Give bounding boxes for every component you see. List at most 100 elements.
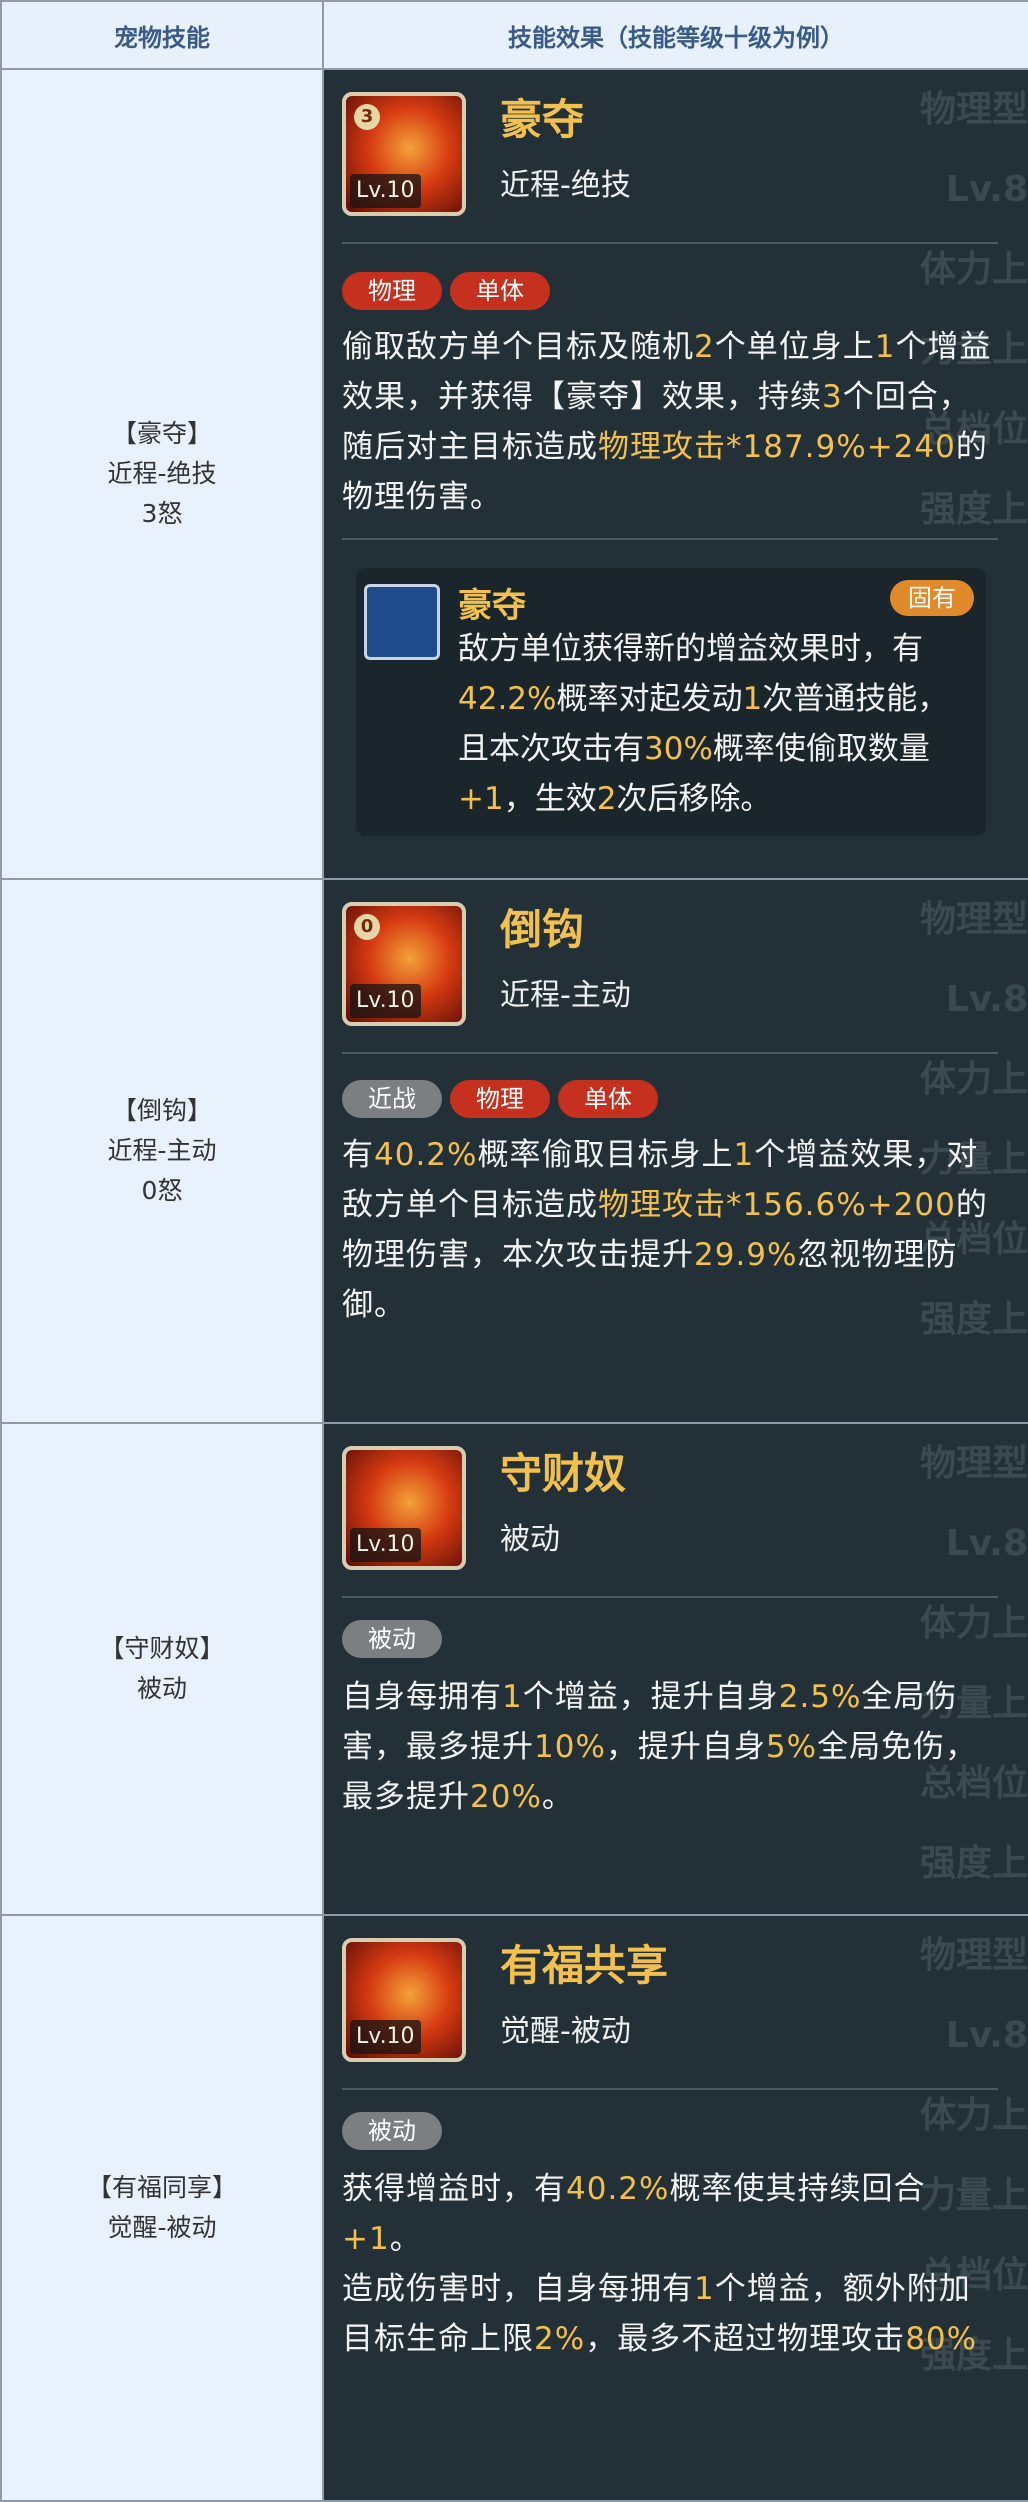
description-text: ，提升自身 <box>605 1729 766 1765</box>
skill-name-cell: 【倒钩】 近程-主动 0怒 <box>0 878 324 1424</box>
skill-title: 倒钩 <box>500 905 585 954</box>
rage-count-badge: 3 <box>354 104 380 130</box>
skill-subtype: 近程-主动 <box>500 978 631 1013</box>
table-row: 【有福同享】 觉醒-被动 物理型 Lv.8 体力上 力量上 总档位 强度上 Lv.10 有… <box>0 1914 1028 2502</box>
description-text: 概率对起发动 <box>556 681 743 717</box>
skill-title: 有福共享 <box>500 1941 669 1990</box>
description-text: 自身每拥有 <box>342 1679 502 1715</box>
highlight-value: 30% <box>644 731 713 767</box>
skill-icon: Lv.10 <box>342 1446 466 1570</box>
skill-name-cell: 【守财奴】 被动 <box>0 1422 324 1916</box>
skill-tag: 单体 <box>558 1080 658 1118</box>
description-text: 个单位身上 <box>714 329 875 365</box>
skill-tag: 单体 <box>450 272 550 310</box>
highlight-value: 2.5% <box>778 1679 862 1715</box>
description-text: 个增益，提升自身 <box>522 1679 779 1715</box>
skill-type: 近程-主动 <box>107 1136 217 1165</box>
highlight-value: 2 <box>596 781 617 817</box>
highlight-value: 20% <box>470 1779 542 1815</box>
passive-description: 敌方单位获得新的增益效果时，有42.2%概率对起发动1次普通技能，且本次攻击有3… <box>458 624 970 824</box>
skill-tag: 近战 <box>342 1080 442 1118</box>
highlight-value: 42.2% <box>458 681 557 717</box>
skill-icon: Lv.10 <box>342 1938 466 2062</box>
highlight-value: 1 <box>874 329 896 365</box>
table-row: 【豪夺】 近程-绝技 3怒 物理型 Lv.8 体力上 力量上 总档位 强度上 3 Lv.1… <box>0 68 1028 880</box>
skill-tag: 被动 <box>342 1620 442 1658</box>
highlight-value: 物理攻击 <box>598 429 726 465</box>
divider <box>342 1052 998 1054</box>
level-badge: Lv.10 <box>350 2020 421 2054</box>
description-text: 获得增益时，有 <box>342 2171 566 2207</box>
skill-title: 守财奴 <box>500 1449 627 1498</box>
divider <box>342 538 998 540</box>
tag-list: 被动 <box>342 1620 450 1658</box>
tag-list: 被动 <box>342 2112 450 2150</box>
description-text: 次后移除。 <box>616 781 772 817</box>
skill-icon: 0 Lv.10 <box>342 902 466 1026</box>
description-text: 概率使偷取数量 <box>712 731 930 767</box>
skill-cost: 0怒 <box>141 1176 183 1205</box>
highlight-value: 40.2% <box>566 2171 670 2207</box>
description-text: 偷取敌方单个目标及随机 <box>342 329 694 365</box>
skill-type: 被动 <box>136 1674 187 1703</box>
skill-type: 觉醒-被动 <box>107 2213 217 2242</box>
description-text: 。 <box>389 2221 422 2257</box>
skill-effect-cell: 物理型 Lv.8 体力上 力量上 总档位 强度上 3 Lv.10 豪夺 近程-绝技 物理单… <box>322 68 1028 880</box>
description-text: 概率使其持续回合 <box>669 2171 926 2207</box>
description-text: 。 <box>541 1779 574 1815</box>
highlight-value: *156.6%+200 <box>726 1187 956 1223</box>
skill-cost: 3怒 <box>141 499 183 528</box>
header-pet-skill: 宠物技能 <box>0 0 324 70</box>
highlight-value: *187.9%+240 <box>726 429 956 465</box>
skill-name: 【有福同享】 <box>86 2173 237 2202</box>
rage-count-badge: 0 <box>354 914 380 940</box>
skill-description: 获得增益时，有40.2%概率使其持续回合+1。 造成伤害时，自身每拥有1个增益，额… <box>342 2164 998 2364</box>
divider <box>342 242 998 244</box>
skill-name-cell: 【豪夺】 近程-绝技 3怒 <box>0 68 324 880</box>
skill-name: 【守财奴】 <box>99 1634 225 1663</box>
skill-name: 【豪夺】 <box>111 419 212 448</box>
level-badge: Lv.10 <box>350 984 421 1018</box>
skill-name-cell: 【有福同享】 觉醒-被动 <box>0 1914 324 2502</box>
skill-tag: 物理 <box>450 1080 550 1118</box>
header-skill-effect: 技能效果（技能等级十级为例） <box>322 0 1028 70</box>
innate-badge: 固有 <box>890 580 974 616</box>
table-row: 【守财奴】 被动 物理型 Lv.8 体力上 力量上 总档位 强度上 Lv.10 守财奴 被… <box>0 1422 1028 1916</box>
passive-title: 豪夺 <box>458 586 526 626</box>
skill-subtype: 觉醒-被动 <box>500 2014 631 2049</box>
skill-tag: 被动 <box>342 2112 442 2150</box>
skill-table: 宠物技能 技能效果（技能等级十级为例） 【豪夺】 近程-绝技 3怒 物理型 Lv.… <box>0 0 1028 2502</box>
skill-subtype: 近程-绝技 <box>500 168 631 203</box>
highlight-value: 80% <box>905 2321 978 2357</box>
highlight-value: 5% <box>765 1729 818 1765</box>
description-text: 敌方单位获得新的增益效果时，有 <box>458 631 923 667</box>
skill-effect-cell: 物理型 Lv.8 体力上 力量上 总档位 强度上 0 Lv.10 倒钩 近程-主动 近战物… <box>322 878 1028 1424</box>
passive-panel: 豪夺 固有 敌方单位获得新的增益效果时，有42.2%概率对起发动1次普通技能，且… <box>356 568 986 836</box>
skill-title: 豪夺 <box>500 95 585 144</box>
skill-name: 【倒钩】 <box>111 1096 212 1125</box>
description-text: ，生效 <box>503 781 597 817</box>
highlight-value: 1 <box>502 1679 523 1715</box>
highlight-value: 1 <box>742 681 763 717</box>
tag-list: 物理 单体 <box>342 272 558 310</box>
highlight-value: 2% <box>534 2321 586 2357</box>
divider <box>342 1596 998 1598</box>
passive-icon <box>364 584 440 660</box>
skill-type: 近程-绝技 <box>107 459 217 488</box>
skill-effect-cell: 物理型 Lv.8 体力上 力量上 总档位 强度上 Lv.10 有福共享 觉醒-被动 被动 … <box>322 1914 1028 2502</box>
skill-tag: 物理 <box>342 272 442 310</box>
description-text: 有 <box>342 1137 374 1173</box>
table-row: 【倒钩】 近程-主动 0怒 物理型 Lv.8 体力上 力量上 总档位 强度上 0 Lv.1… <box>0 878 1028 1424</box>
highlight-value: 29.9% <box>694 1237 798 1273</box>
level-badge: Lv.10 <box>350 174 421 208</box>
skill-description: 自身每拥有1个增益，提升自身2.5%全局伤害，最多提升10%，提升自身5%全局免… <box>342 1672 998 1822</box>
description-text: 概率偷取目标身上 <box>477 1137 734 1173</box>
highlight-value: +1 <box>342 2221 390 2257</box>
divider <box>342 2088 998 2090</box>
highlight-value: 2 <box>694 329 715 365</box>
highlight-value: +1 <box>458 781 504 817</box>
skill-description: 有40.2%概率偷取目标身上1个增益效果，对敌方单个目标造成物理攻击*156.6… <box>342 1130 998 1330</box>
tag-list: 近战 物理 单体 <box>342 1080 666 1118</box>
highlight-value: 物理攻击 <box>598 1187 726 1223</box>
description-text: 造成伤害时，自身每拥有 <box>342 2271 694 2307</box>
